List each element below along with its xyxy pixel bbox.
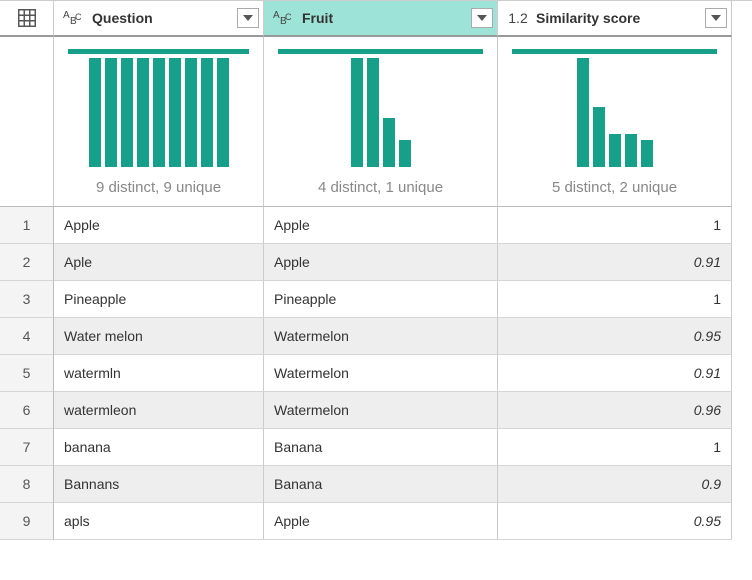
row-number[interactable]: 2 bbox=[0, 244, 54, 281]
cell-score[interactable]: 1 bbox=[498, 207, 732, 244]
cell-score[interactable]: 0.91 bbox=[498, 244, 732, 281]
cell-fruit[interactable]: Watermelon bbox=[264, 318, 498, 355]
distribution-chart bbox=[351, 58, 411, 175]
column-filter-button[interactable] bbox=[471, 8, 493, 28]
distribution-bar bbox=[105, 58, 117, 167]
profile-stats: 9 distinct, 9 unique bbox=[96, 179, 221, 196]
distribution-bar bbox=[201, 58, 213, 167]
svg-text:A: A bbox=[273, 10, 280, 21]
cell-score[interactable]: 0.95 bbox=[498, 503, 732, 540]
distribution-bar bbox=[383, 118, 395, 167]
cell-question[interactable]: Apple bbox=[54, 207, 264, 244]
cell-question[interactable]: Bannans bbox=[54, 466, 264, 503]
cell-fruit[interactable]: Apple bbox=[264, 244, 498, 281]
distribution-bar bbox=[217, 58, 229, 167]
distribution-bar bbox=[577, 58, 589, 167]
cell-score[interactable]: 0.9 bbox=[498, 466, 732, 503]
column-filter-button[interactable] bbox=[705, 8, 727, 28]
svg-text:C: C bbox=[285, 12, 292, 22]
text-type-icon: ABC bbox=[62, 9, 86, 27]
cell-fruit[interactable]: Pineapple bbox=[264, 281, 498, 318]
row-number[interactable]: 6 bbox=[0, 392, 54, 429]
column-header-fruit[interactable]: ABC Fruit bbox=[264, 1, 498, 37]
distribution-bar bbox=[399, 140, 411, 167]
cell-fruit[interactable]: Banana bbox=[264, 466, 498, 503]
cell-question[interactable]: apls bbox=[54, 503, 264, 540]
distribution-bar bbox=[625, 134, 637, 167]
distribution-bar bbox=[121, 58, 133, 167]
column-profile-similarity[interactable]: 5 distinct, 2 unique bbox=[498, 37, 732, 207]
cell-fruit[interactable]: Watermelon bbox=[264, 355, 498, 392]
cell-fruit[interactable]: Apple bbox=[264, 207, 498, 244]
chevron-down-icon bbox=[243, 15, 253, 21]
profile-row-blank bbox=[0, 37, 54, 207]
cell-score[interactable]: 0.95 bbox=[498, 318, 732, 355]
distribution-bar bbox=[351, 58, 363, 167]
quality-bar bbox=[512, 49, 717, 54]
column-filter-button[interactable] bbox=[237, 8, 259, 28]
svg-text:C: C bbox=[75, 12, 82, 22]
distribution-bar bbox=[137, 58, 149, 167]
cell-score[interactable]: 0.91 bbox=[498, 355, 732, 392]
distribution-bar bbox=[609, 134, 621, 167]
chevron-down-icon bbox=[711, 15, 721, 21]
row-number[interactable]: 5 bbox=[0, 355, 54, 392]
table-corner[interactable] bbox=[0, 1, 54, 37]
row-number[interactable]: 1 bbox=[0, 207, 54, 244]
cell-question[interactable]: Pineapple bbox=[54, 281, 264, 318]
cell-question[interactable]: banana bbox=[54, 429, 264, 466]
cell-question[interactable]: Water melon bbox=[54, 318, 264, 355]
column-profile-fruit[interactable]: 4 distinct, 1 unique bbox=[264, 37, 498, 207]
profile-stats: 4 distinct, 1 unique bbox=[318, 179, 443, 196]
distribution-bar bbox=[593, 107, 605, 167]
distribution-bar bbox=[169, 58, 181, 167]
row-number[interactable]: 9 bbox=[0, 503, 54, 540]
distribution-chart bbox=[89, 58, 229, 175]
cell-score[interactable]: 1 bbox=[498, 429, 732, 466]
distribution-bar bbox=[89, 58, 101, 167]
row-number[interactable]: 8 bbox=[0, 466, 54, 503]
column-header-label: Question bbox=[92, 10, 231, 26]
cell-score[interactable]: 1 bbox=[498, 281, 732, 318]
distribution-bar bbox=[641, 140, 653, 167]
row-number[interactable]: 3 bbox=[0, 281, 54, 318]
chevron-down-icon bbox=[477, 15, 487, 21]
column-header-label: Similarity score bbox=[536, 10, 699, 26]
svg-text:A: A bbox=[63, 10, 70, 21]
cell-question[interactable]: watermleon bbox=[54, 392, 264, 429]
cell-question[interactable]: watermln bbox=[54, 355, 264, 392]
row-number[interactable]: 7 bbox=[0, 429, 54, 466]
quality-bar bbox=[278, 49, 483, 54]
column-profile-question[interactable]: 9 distinct, 9 unique bbox=[54, 37, 264, 207]
distribution-chart bbox=[577, 58, 653, 175]
cell-fruit[interactable]: Watermelon bbox=[264, 392, 498, 429]
row-number[interactable]: 4 bbox=[0, 318, 54, 355]
distribution-bar bbox=[185, 58, 197, 167]
cell-question[interactable]: Aple bbox=[54, 244, 264, 281]
quality-bar bbox=[68, 49, 249, 54]
column-header-label: Fruit bbox=[302, 10, 465, 26]
profile-stats: 5 distinct, 2 unique bbox=[552, 179, 677, 196]
distribution-bar bbox=[153, 58, 165, 167]
cell-fruit[interactable]: Banana bbox=[264, 429, 498, 466]
cell-score[interactable]: 0.96 bbox=[498, 392, 732, 429]
data-grid: ABC Question ABC Fruit 1.2 Similarity sc… bbox=[0, 0, 752, 540]
column-header-question[interactable]: ABC Question bbox=[54, 1, 264, 37]
column-header-similarity[interactable]: 1.2 Similarity score bbox=[498, 1, 732, 37]
decimal-type-icon: 1.2 bbox=[506, 10, 530, 26]
distribution-bar bbox=[367, 58, 379, 167]
table-icon bbox=[16, 7, 38, 29]
cell-fruit[interactable]: Apple bbox=[264, 503, 498, 540]
text-type-icon: ABC bbox=[272, 9, 296, 27]
